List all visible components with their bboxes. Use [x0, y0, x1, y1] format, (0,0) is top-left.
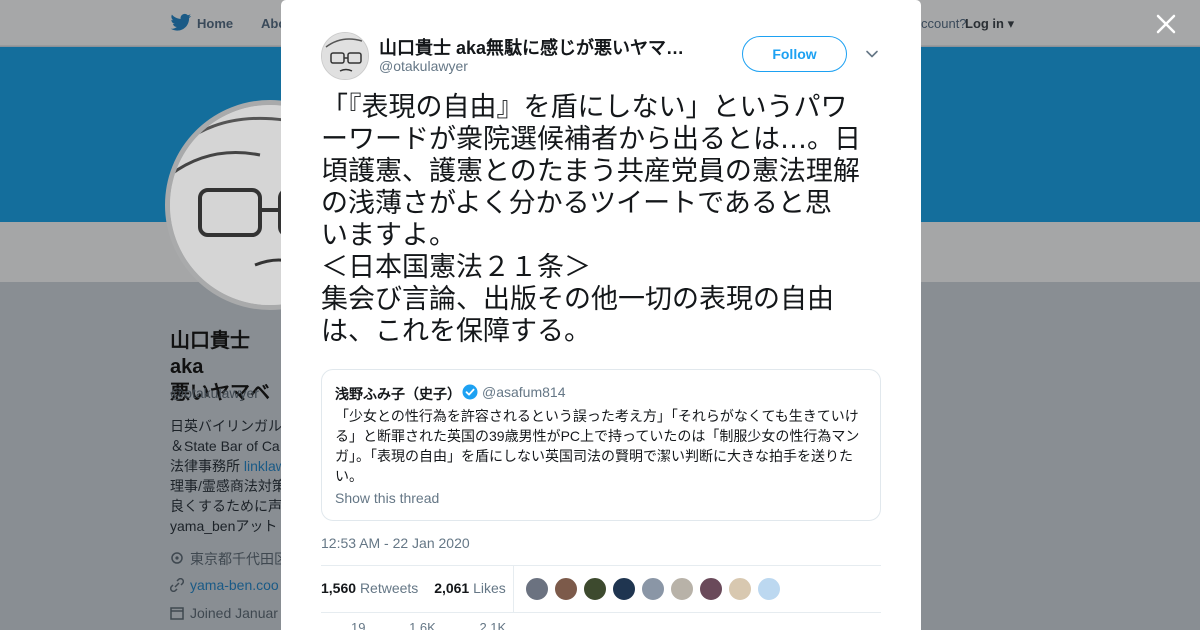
liker-avatar[interactable]	[583, 577, 607, 601]
location-pin-icon	[171, 552, 183, 564]
retweets-stat[interactable]: 1,560 Retweets	[321, 580, 430, 596]
liker-avatar[interactable]	[699, 577, 723, 601]
quoted-tweet[interactable]: 浅野ふみ子（史子） @asafum814 「少女との性行為を許容されるという誤っ…	[321, 369, 881, 521]
chevron-down-icon[interactable]	[864, 46, 880, 62]
tweet-author-avatar[interactable]	[321, 32, 369, 80]
stats-separator	[513, 566, 514, 612]
nav-home-link[interactable]: Home	[197, 16, 233, 31]
avatar-sketch	[322, 33, 368, 79]
retweet-count[interactable]: 1.6K	[409, 620, 436, 630]
liker-avatar[interactable]	[554, 577, 578, 601]
liker-avatar[interactable]	[670, 577, 694, 601]
link-icon	[170, 578, 184, 592]
quoted-tweet-text: 「少女との性行為を許容されるという誤った考え方」「それらがなくても生きていけ る…	[335, 408, 860, 484]
nav-login-link[interactable]: Log in ▾	[965, 16, 1014, 32]
bio-link[interactable]: linklaw	[244, 458, 282, 474]
profile-location: 東京都千代田区	[170, 549, 282, 569]
liker-avatar[interactable]	[728, 577, 752, 601]
quoted-author-name: 浅野ふみ子（史子）	[335, 386, 461, 402]
tweet-stats: 1,560 Retweets 2,061 Likes	[321, 580, 518, 596]
follow-button[interactable]: Follow	[742, 36, 847, 72]
profile-handle: @otakulawyer	[170, 385, 259, 401]
likes-stat[interactable]: 2,061 Likes	[434, 580, 518, 596]
profile-bio: 日英バイリンガル ＆State Bar of Ca 法律事務所 linklaw …	[170, 416, 282, 536]
tweet-text: 「『表現の自由』を盾にしない」というパワ ーワードが衆院選候補者から出るとは…。…	[321, 92, 861, 347]
twitter-bird-icon	[170, 13, 192, 31]
verified-badge-icon	[462, 384, 478, 400]
liker-avatar[interactable]	[525, 577, 549, 601]
nav-account-prompt: ccount?	[921, 16, 967, 31]
tweet-timestamp[interactable]: 12:53 AM - 22 Jan 2020	[321, 535, 470, 551]
stats-divider-top	[321, 565, 881, 566]
reply-count[interactable]: 19	[351, 620, 365, 630]
show-thread-link[interactable]: Show this thread	[335, 490, 439, 506]
quoted-author-handle: @asafum814	[482, 384, 566, 400]
close-icon[interactable]	[1152, 10, 1180, 38]
tweet-actions: 19 1.6K 2.1K	[321, 620, 506, 630]
stats-divider-bottom	[321, 612, 881, 613]
tweet-author-name[interactable]: 山口貴士 aka無駄に感じが悪いヤマ…	[379, 34, 691, 60]
profile-joined: Joined Januar	[170, 605, 282, 621]
profile-website[interactable]: yama-ben.coo	[170, 577, 282, 593]
calendar-icon	[170, 607, 184, 620]
tweet-author-handle[interactable]: @otakulawyer	[379, 58, 468, 74]
liker-avatar[interactable]	[612, 577, 636, 601]
tweet-modal: 山口貴士 aka無駄に感じが悪いヤマ… @otakulawyer Follow …	[281, 0, 921, 630]
like-count[interactable]: 2.1K	[479, 620, 506, 630]
liker-avatar[interactable]	[757, 577, 781, 601]
login-caret-icon: ▾	[1004, 16, 1015, 31]
liker-avatar[interactable]	[641, 577, 665, 601]
